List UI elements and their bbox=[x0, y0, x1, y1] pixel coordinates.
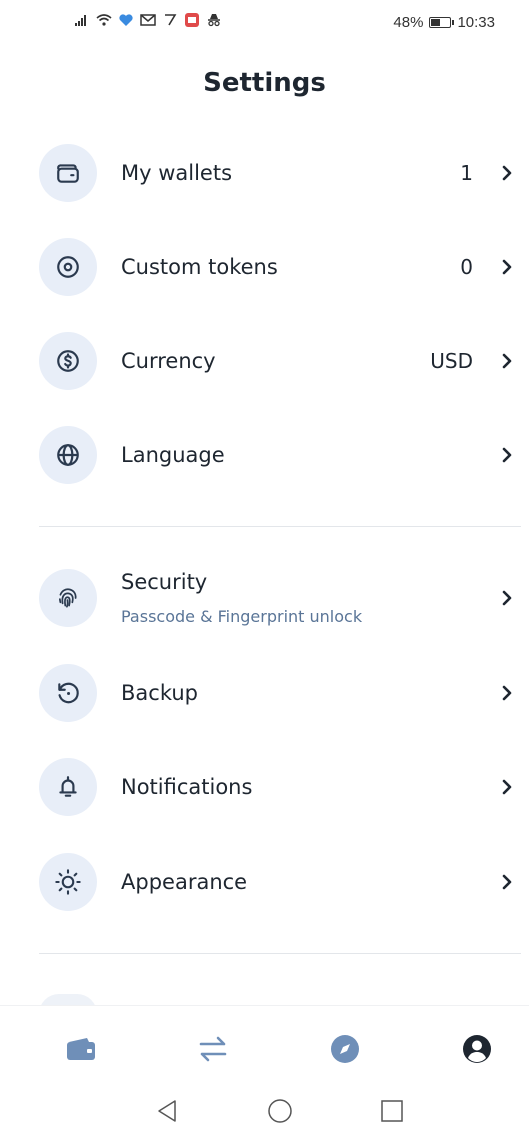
chevron-right-icon bbox=[499, 685, 515, 701]
section-divider bbox=[39, 526, 521, 527]
backup-label: Backup bbox=[121, 681, 198, 705]
mail-icon bbox=[140, 14, 156, 26]
backup-icon-bg bbox=[39, 664, 97, 722]
home-button[interactable] bbox=[265, 1096, 295, 1126]
red-app-icon bbox=[185, 13, 199, 27]
bell-icon bbox=[59, 776, 77, 797]
user-circle-icon bbox=[463, 1035, 491, 1063]
incognito-icon bbox=[208, 14, 220, 27]
language-icon-bg bbox=[39, 426, 97, 484]
page-title: Settings bbox=[203, 68, 326, 98]
wallet-icon bbox=[57, 164, 79, 183]
back-button[interactable] bbox=[152, 1096, 182, 1126]
recents-square-icon bbox=[381, 1100, 403, 1122]
notifications-icon-bg bbox=[39, 758, 97, 816]
security-icon-bg bbox=[39, 569, 97, 627]
appearance-row[interactable]: Appearance bbox=[0, 842, 529, 922]
chevron-right-icon bbox=[499, 447, 515, 463]
status-icons bbox=[74, 13, 222, 27]
dollar-circle-icon bbox=[57, 350, 79, 372]
currency-label: Currency bbox=[121, 349, 216, 373]
appearance-label: Appearance bbox=[121, 870, 248, 894]
custom-tokens-row[interactable]: Custom tokens 0 bbox=[0, 227, 529, 307]
currency-value: USD bbox=[430, 349, 473, 373]
my-wallets-label: My wallets bbox=[121, 161, 233, 185]
status-bar: 48% 10:33 bbox=[0, 0, 529, 48]
notifications-row[interactable]: Notifications bbox=[0, 747, 529, 827]
backup-icon bbox=[58, 682, 79, 704]
my-wallets-row[interactable]: My wallets 1 bbox=[0, 133, 529, 213]
language-row[interactable]: Language bbox=[0, 415, 529, 495]
nav-wallet-tab[interactable] bbox=[64, 1032, 98, 1066]
security-label: Security bbox=[121, 570, 208, 594]
battery-icon bbox=[429, 17, 455, 28]
custom-tokens-count: 0 bbox=[460, 255, 473, 279]
sun-icon bbox=[55, 869, 81, 895]
battery-percent: 48% bbox=[393, 14, 424, 31]
security-sublabel: Passcode & Fingerprint unlock bbox=[121, 607, 363, 626]
language-label: Language bbox=[121, 443, 225, 467]
security-row[interactable]: Security Passcode & Fingerprint unlock bbox=[0, 558, 529, 638]
chevron-right-icon bbox=[499, 874, 515, 890]
chevron-right-icon bbox=[499, 590, 515, 606]
compass-icon bbox=[331, 1035, 359, 1063]
nav-settings-tab[interactable] bbox=[460, 1032, 494, 1066]
fingerprint-icon bbox=[59, 588, 77, 608]
globe-icon bbox=[57, 444, 79, 466]
app-icon bbox=[165, 14, 177, 26]
recents-button[interactable] bbox=[377, 1096, 407, 1126]
currency-icon-bg bbox=[39, 332, 97, 390]
clock: 10:33 bbox=[457, 14, 495, 31]
bottom-nav bbox=[0, 1005, 529, 1089]
chevron-right-icon bbox=[499, 165, 515, 181]
signal-icon bbox=[75, 15, 86, 26]
wifi-icon bbox=[96, 14, 112, 26]
back-triangle-icon bbox=[158, 1100, 176, 1122]
heart-app-icon bbox=[119, 14, 133, 26]
custom-tokens-icon-bg bbox=[39, 238, 97, 296]
chevron-right-icon bbox=[499, 779, 515, 795]
notifications-label: Notifications bbox=[121, 775, 253, 799]
system-nav-bar bbox=[0, 1089, 529, 1134]
currency-row[interactable]: Currency USD bbox=[0, 321, 529, 401]
my-wallets-count: 1 bbox=[460, 161, 473, 185]
appearance-icon-bg bbox=[39, 853, 97, 911]
swap-icon bbox=[199, 1036, 227, 1062]
chevron-right-icon bbox=[499, 259, 515, 275]
section-divider bbox=[39, 953, 521, 954]
my-wallets-icon-bg bbox=[39, 144, 97, 202]
chevron-right-icon bbox=[499, 353, 515, 369]
wallet-tab-icon bbox=[67, 1038, 95, 1060]
token-icon bbox=[57, 256, 79, 278]
nav-browser-tab[interactable] bbox=[328, 1032, 362, 1066]
nav-swap-tab[interactable] bbox=[196, 1032, 230, 1066]
status-right: 48% 10:33 bbox=[393, 14, 495, 31]
custom-tokens-label: Custom tokens bbox=[121, 255, 278, 279]
backup-row[interactable]: Backup bbox=[0, 653, 529, 733]
home-circle-icon bbox=[268, 1099, 292, 1123]
